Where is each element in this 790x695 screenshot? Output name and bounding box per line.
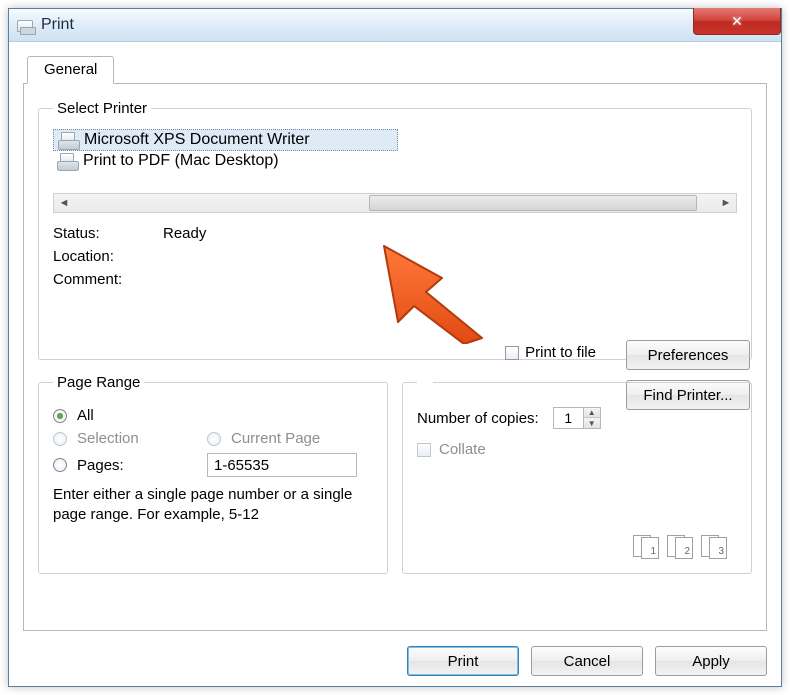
printer-icon — [57, 153, 79, 169]
collate-page: 3 — [709, 537, 727, 559]
copies-label: Number of copies: — [417, 410, 539, 427]
client-area: General Select Printer Microsoft XPS Doc… — [9, 42, 781, 641]
collate-label: Collate — [439, 441, 486, 458]
location-label: Location: — [53, 248, 163, 265]
copies-spinner[interactable]: 1 ▲ ▼ — [553, 407, 601, 429]
printer-icon — [58, 132, 80, 148]
select-printer-legend: Select Printer — [53, 100, 151, 117]
tab-page-general: Select Printer Microsoft XPS Document Wr… — [23, 83, 767, 631]
status-value: Ready — [163, 225, 413, 242]
dialog-footer: Print Cancel Apply — [407, 646, 767, 676]
titlebar[interactable]: Print ✕ — [9, 9, 781, 42]
status-label: Status: — [53, 225, 163, 242]
copies-value[interactable]: 1 — [553, 407, 583, 429]
location-value — [163, 248, 413, 265]
apply-button[interactable]: Apply — [655, 646, 767, 676]
scroll-track[interactable] — [74, 194, 716, 212]
radio-current-page-label: Current Page — [231, 430, 320, 447]
printer-icon — [17, 18, 35, 32]
radio-pages-label: Pages: — [77, 457, 197, 474]
window-title: Print — [41, 16, 74, 34]
radio-selection-label: Selection — [77, 430, 197, 447]
collate-page: 2 — [675, 537, 693, 559]
close-button[interactable]: ✕ — [693, 8, 781, 35]
printer-name: Print to PDF (Mac Desktop) — [83, 152, 279, 170]
printer-item-pdf[interactable]: Print to PDF (Mac Desktop) — [53, 151, 737, 171]
printer-item-xps[interactable]: Microsoft XPS Document Writer — [53, 129, 398, 151]
printer-list[interactable]: Microsoft XPS Document Writer Print to P… — [53, 127, 737, 181]
radio-all-label: All — [77, 407, 94, 424]
radio-current-page — [207, 432, 221, 446]
collate-illustration: 11 22 33 — [633, 535, 729, 559]
print-button[interactable]: Print — [407, 646, 519, 676]
print-to-file-label: Print to file — [525, 344, 596, 361]
radio-selection — [53, 432, 67, 446]
tabstrip: General — [23, 56, 767, 84]
print-to-file-checkbox[interactable] — [505, 346, 519, 360]
printer-status: Status: Ready Location: Comment: — [53, 225, 413, 288]
print-dialog: Print ✕ General Select Printer Microsoft… — [8, 8, 782, 687]
group-page-range: Page Range All Selection Current Page Pa… — [38, 374, 388, 574]
page-range-legend: Page Range — [53, 374, 144, 391]
page-range-hint: Enter either a single page number or a s… — [53, 485, 373, 526]
horizontal-scrollbar[interactable]: ◄ ► — [53, 193, 737, 213]
cancel-button[interactable]: Cancel — [531, 646, 643, 676]
close-icon: ✕ — [731, 13, 743, 30]
default-badge-icon — [69, 162, 78, 171]
lower-panels: Page Range All Selection Current Page Pa… — [38, 374, 752, 588]
scroll-left-icon[interactable]: ◄ — [54, 194, 74, 212]
scroll-thumb[interactable] — [369, 195, 696, 211]
copies-down[interactable]: ▼ — [584, 418, 600, 428]
scroll-right-icon[interactable]: ► — [716, 194, 736, 212]
page-range-sel-cur: Selection Current Page — [53, 430, 373, 447]
preferences-button[interactable]: Preferences — [626, 340, 750, 370]
printer-name: Microsoft XPS Document Writer — [84, 131, 310, 149]
print-to-file[interactable]: Print to file — [505, 344, 596, 361]
radio-pages[interactable] — [53, 458, 67, 472]
comment-value — [163, 271, 413, 288]
pages-input[interactable] — [207, 453, 357, 477]
collate: Collate — [417, 441, 737, 458]
page-range-all[interactable]: All — [53, 407, 373, 424]
group-select-printer: Select Printer Microsoft XPS Document Wr… — [38, 100, 752, 360]
collate-page: 1 — [641, 537, 659, 559]
group-copies: _ Number of copies: 1 ▲ ▼ Co — [402, 374, 752, 574]
tab-general[interactable]: General — [27, 56, 114, 84]
comment-label: Comment: — [53, 271, 163, 288]
collate-checkbox — [417, 443, 431, 457]
copies-up[interactable]: ▲ — [584, 408, 600, 418]
page-range-pages[interactable]: Pages: — [53, 453, 373, 477]
radio-all[interactable] — [53, 409, 67, 423]
